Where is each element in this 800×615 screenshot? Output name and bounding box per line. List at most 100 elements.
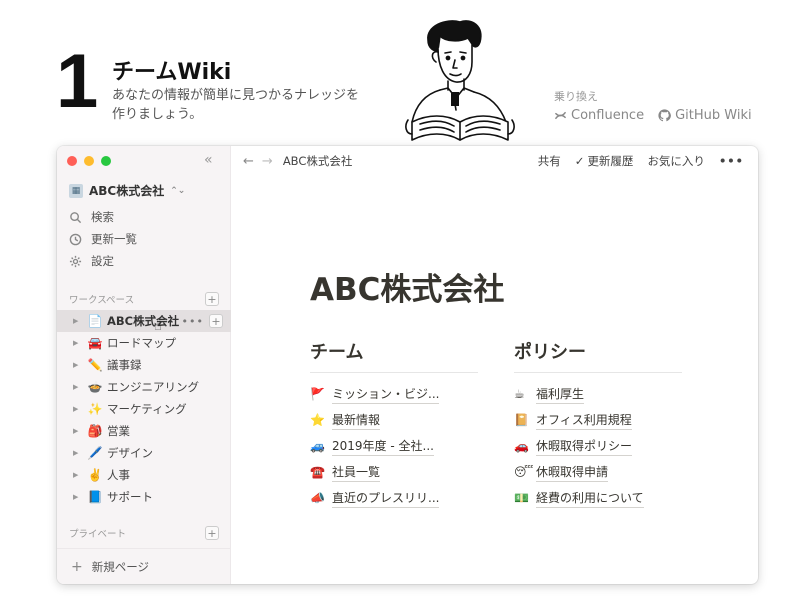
tree-item-engineering[interactable]: ▶ 🍲 エンジニアリング [57, 376, 231, 398]
hero-description-line2: 作りましょう。 [112, 107, 203, 122]
breadcrumb[interactable]: ABC株式会社 [283, 153, 538, 169]
workspace-name: ABC株式会社 [89, 184, 165, 198]
add-workspace-page-button[interactable]: + [205, 292, 219, 306]
tree-item-label: 営業 [107, 424, 130, 438]
page-link[interactable]: 😴 休暇取得申請 [514, 459, 682, 485]
minimize-button[interactable] [84, 156, 94, 166]
page-emoji: 📣 [310, 491, 325, 505]
maximize-button[interactable] [101, 156, 111, 166]
confluence-icon [555, 111, 566, 120]
tree-item-label: デザイン [107, 446, 153, 460]
expand-arrow-icon[interactable]: ▶ [73, 427, 86, 435]
page-link[interactable]: ☕ 福利厚生 [514, 381, 682, 407]
clock-icon [69, 233, 82, 245]
page-emoji: 🚙 [310, 439, 325, 453]
plus-icon: + [71, 558, 83, 575]
back-arrow-icon[interactable]: ← [243, 154, 254, 169]
expand-arrow-icon[interactable]: ▶ [73, 361, 86, 369]
column-heading: チーム [310, 338, 478, 373]
sidebar-menu: 検索 更新一覧 設定 [69, 206, 137, 272]
workspace-icon: ▦ [69, 183, 83, 198]
sidebar-item-settings[interactable]: 設定 [69, 250, 137, 272]
expand-arrow-icon[interactable]: ▶ [73, 339, 86, 347]
column-policy: ポリシー ☕ 福利厚生 📔 オフィス利用規程 🚗 休暇取得ポリシー 😴 休暇取得申請 💵… [514, 338, 682, 511]
page-link[interactable]: 📔 オフィス利用規程 [514, 407, 682, 433]
step-number: 1 [56, 39, 99, 124]
page-link[interactable]: 🚩 ミッション・ビジ... [310, 381, 478, 407]
tree-item-label: ABC株式会社 [107, 314, 180, 328]
expand-arrow-icon[interactable]: ▶ [73, 405, 86, 413]
history-label: 更新履歴 [587, 154, 634, 168]
page-emoji: 🎒 [87, 424, 103, 438]
page-link[interactable]: 🚙 2019年度 - 全社... [310, 433, 478, 459]
tree-item-sales[interactable]: ▶ 🎒 営業 [57, 420, 231, 442]
hero-description: あなたの情報が簡単に見つかるナレッジを 作りましょう。 [112, 86, 362, 124]
forward-arrow-icon[interactable]: → [262, 154, 273, 169]
share-button[interactable]: 共有 [538, 153, 561, 169]
page-link-text: 直近のプレスリリ... [332, 489, 440, 508]
sidebar-item-search[interactable]: 検索 [69, 206, 137, 228]
confluence-label: Confluence [571, 108, 645, 123]
tree-item-support[interactable]: ▶ 📘 サポート [57, 486, 231, 508]
page-link[interactable]: ⭐ 最新情報 [310, 407, 478, 433]
more-options-icon[interactable]: ••• [182, 315, 204, 328]
page-link-text: ミッション・ビジ... [332, 385, 440, 404]
workspace-section-header: ワークスペース + [69, 292, 219, 306]
collapse-sidebar-icon[interactable]: « [204, 152, 213, 168]
page-link[interactable]: 📣 直近のプレスリリ... [310, 485, 478, 511]
tree-item-design[interactable]: ▶ 🖊️ デザイン [57, 442, 231, 464]
workspace-switcher[interactable]: ▦ ABC株式会社 ⌃⌄ [69, 182, 185, 199]
expand-arrow-icon[interactable]: ▶ [73, 449, 86, 457]
add-subpage-button[interactable]: + [209, 314, 223, 328]
close-button[interactable] [67, 156, 77, 166]
page-emoji: 🚗 [514, 439, 529, 453]
page-link-text: 経費の利用について [536, 489, 644, 508]
page-icon: 📄 [87, 314, 103, 328]
page-emoji: 📔 [514, 413, 529, 427]
tree-item-marketing[interactable]: ▶ ✨ マーケティング [57, 398, 231, 420]
add-private-page-button[interactable]: + [205, 526, 219, 540]
workspace-section-label: ワークスペース [69, 295, 135, 306]
expand-arrow-icon[interactable]: ▶ [73, 317, 86, 325]
tree-item-abc[interactable]: ▶ 📄 ABC株式会社 ☝ ••• + [57, 310, 231, 334]
tree-item-minutes[interactable]: ▶ ✏️ 議事録 [57, 354, 231, 376]
sidebar-item-updates[interactable]: 更新一覧 [69, 228, 137, 250]
page-link[interactable]: 💵 経費の利用について [514, 485, 682, 511]
new-page-button[interactable]: + 新規ページ [57, 548, 231, 584]
page-link-text: 福利厚生 [536, 385, 585, 404]
page-link[interactable]: ☎️ 社員一覧 [310, 459, 478, 485]
tree-item-hr[interactable]: ▶ ✌️ 人事 [57, 464, 231, 486]
github-wiki-link[interactable]: GitHub Wiki [658, 108, 752, 123]
github-wiki-label: GitHub Wiki [675, 108, 752, 123]
hero-title: チームWiki [112, 60, 232, 85]
page-emoji: ✨ [87, 402, 103, 416]
expand-arrow-icon[interactable]: ▶ [73, 493, 86, 501]
page-link[interactable]: 🚗 休暇取得ポリシー [514, 433, 682, 459]
tree-item-label: サポート [107, 490, 153, 504]
history-button[interactable]: ✓ 更新履歴 [575, 153, 634, 169]
check-icon: ✓ [574, 154, 585, 168]
confluence-link[interactable]: Confluence [554, 108, 644, 123]
page-emoji: ☕ [514, 387, 525, 401]
page-link-text: 最新情報 [332, 411, 381, 430]
new-page-label: 新規ページ [91, 559, 150, 574]
private-section-header: プライベート + [69, 526, 219, 540]
page-emoji: 🖊️ [87, 446, 103, 460]
column-heading: ポリシー [514, 338, 682, 373]
migration-options: 乗り換え Confluence GitHub Wiki [554, 88, 752, 123]
sidebar: « ▦ ABC株式会社 ⌃⌄ 検索 更新一覧 設定 ワークスペース + ▶ 📄 … [57, 146, 231, 584]
page-emoji: ✌️ [87, 468, 103, 482]
tree-item-roadmap[interactable]: ▶ 🚘 ロードマップ [57, 332, 231, 354]
page-tree: ▶ 📄 ABC株式会社 ☝ ••• + ▶ 🚘 ロードマップ ▶ ✏️ 議事録 [57, 310, 231, 508]
expand-arrow-icon[interactable]: ▶ [73, 383, 86, 391]
page-emoji: ✏️ [87, 358, 103, 372]
favorite-button[interactable]: お気に入り [647, 153, 705, 169]
expand-arrow-icon[interactable]: ▶ [73, 471, 86, 479]
page-link-text: 2019年度 - 全社... [332, 437, 434, 456]
more-options-icon[interactable]: ••• [719, 154, 744, 168]
tree-item-label: マーケティング [107, 402, 187, 416]
migration-label: 乗り換え [554, 90, 598, 103]
page-title: ABC株式会社 [310, 272, 505, 308]
column-team: チーム 🚩 ミッション・ビジ... ⭐ 最新情報 🚙 2019年度 - 全社... ☎… [310, 338, 478, 511]
github-icon [658, 109, 672, 122]
